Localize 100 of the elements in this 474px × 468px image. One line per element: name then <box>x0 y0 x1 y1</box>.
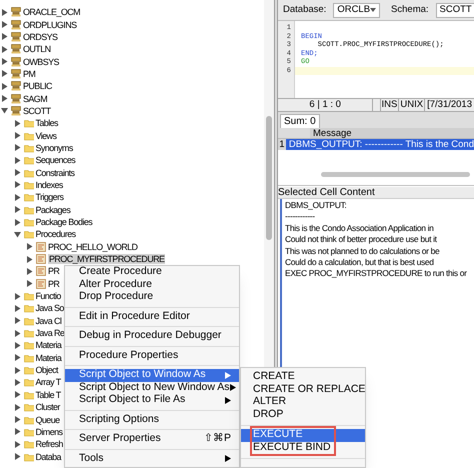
tree-item[interactable]: PUBLIC <box>23 81 53 92</box>
expand-arrow-icon[interactable] <box>14 440 20 448</box>
menu-item[interactable]: Server Properties ⇧⌘P <box>65 433 239 446</box>
expand-arrow-icon[interactable] <box>1 95 8 102</box>
expand-arrow-icon[interactable] <box>14 317 20 324</box>
menu-item[interactable]: Create Procedure <box>65 266 239 278</box>
menu-item[interactable]: EXECUTE BIND <box>241 442 365 454</box>
menu-item[interactable]: Edit in Procedure Editor <box>65 310 239 323</box>
expand-arrow-icon[interactable] <box>14 391 20 398</box>
expand-arrow-icon[interactable] <box>14 156 20 164</box>
tree-item[interactable]: ORDPLUGINS <box>23 20 78 30</box>
expand-arrow-icon[interactable] <box>14 304 20 312</box>
tree-item[interactable]: PROC_MYFIRSTPROCEDURE <box>48 254 166 264</box>
tree-item[interactable]: Indexes <box>36 180 64 190</box>
menu-item[interactable]: Script Object to File As <box>65 394 239 406</box>
tree-item[interactable]: PROC_HELLO_WORLD <box>48 242 138 252</box>
expand-arrow-icon[interactable] <box>26 268 33 275</box>
tree-item[interactable]: Queue <box>36 414 61 425</box>
menu-item[interactable]: EXECUTE <box>241 429 365 442</box>
expand-arrow-icon[interactable] <box>14 169 20 176</box>
expand-arrow-icon[interactable] <box>14 330 20 337</box>
tree-item[interactable]: Materia <box>36 352 62 363</box>
tree-item[interactable]: Functio <box>36 291 62 302</box>
expand-arrow-icon[interactable] <box>14 428 20 436</box>
tree-item[interactable]: Object <box>36 365 59 376</box>
expand-arrow-icon[interactable] <box>14 453 20 460</box>
expand-arrow-icon[interactable] <box>1 70 8 78</box>
expand-arrow-icon[interactable] <box>1 46 8 53</box>
expand-arrow-icon[interactable] <box>1 82 8 90</box>
scrollbar-thumb[interactable] <box>266 116 272 240</box>
text-line: This was not planned to do calculations or be <box>285 246 440 258</box>
menu-item[interactable]: DROP <box>241 408 365 421</box>
expand-arrow-icon[interactable] <box>1 58 8 66</box>
tree-item[interactable]: Tables <box>36 118 59 128</box>
expand-arrow-icon[interactable] <box>14 378 20 386</box>
tree-item[interactable]: Packages <box>36 204 72 215</box>
tree-item[interactable]: Table T <box>36 390 62 400</box>
menu-item[interactable]: Tools <box>65 452 239 465</box>
menu-item[interactable]: CREATE <box>241 371 365 384</box>
expand-arrow-icon[interactable] <box>14 194 20 201</box>
tree-item[interactable]: Dimens <box>36 426 64 437</box>
expand-arrow-icon[interactable] <box>14 120 20 127</box>
expand-arrow-icon[interactable] <box>26 256 33 263</box>
tree-item[interactable]: OUTLN <box>23 44 52 54</box>
tree-item[interactable]: Java Re <box>36 328 66 338</box>
database-dropdown[interactable]: ORCLB <box>333 2 380 18</box>
results-tab[interactable]: Sum: 0 <box>280 114 320 128</box>
expand-arrow-icon[interactable] <box>26 280 33 288</box>
expand-arrow-icon[interactable] <box>26 243 33 250</box>
tree-item[interactable]: Views <box>36 130 58 141</box>
tree-item[interactable]: Sequences <box>36 155 76 166</box>
tree-item[interactable]: Java So <box>36 303 65 314</box>
expand-arrow-icon[interactable] <box>14 404 20 411</box>
tree-item[interactable]: Package Bodies <box>36 217 94 228</box>
menu-item[interactable]: Scripting Options <box>65 414 239 426</box>
collapse-arrow-icon[interactable] <box>14 230 20 238</box>
tree-item[interactable]: Synonyms <box>36 142 74 153</box>
expand-arrow-icon[interactable] <box>14 144 20 152</box>
expand-arrow-icon[interactable] <box>1 33 8 40</box>
tree-item[interactable]: SAGM <box>23 94 48 104</box>
tree-item[interactable]: Constraints <box>36 168 76 178</box>
expand-arrow-icon[interactable] <box>1 21 8 28</box>
expand-arrow-icon[interactable] <box>14 181 20 188</box>
line-ending-mode: UNIX <box>399 99 426 111</box>
menu-item[interactable]: ALTER <box>241 396 365 408</box>
expand-arrow-icon[interactable] <box>14 354 20 362</box>
tree-item[interactable]: ORACLE_OCM <box>23 7 82 18</box>
tree-item[interactable]: SCOTT <box>23 106 52 116</box>
tree-item[interactable]: PM <box>23 68 36 79</box>
tree-item[interactable]: Cluster <box>36 402 61 412</box>
menu-item[interactable]: Procedure Properties <box>65 350 239 362</box>
tree-item[interactable]: Databa <box>36 452 62 462</box>
tree-item[interactable]: Refresh <box>36 439 64 450</box>
menu-item[interactable]: Debug in Procedure Debugger <box>65 330 239 342</box>
tree-item[interactable]: ORDSYS <box>23 32 58 42</box>
tree-item[interactable]: Materia <box>36 340 62 350</box>
expand-arrow-icon[interactable] <box>14 206 20 214</box>
table-cell[interactable]: DBMS_OUTPUT: ------------ This is the Cond <box>286 139 474 150</box>
menu-item[interactable]: Alter Procedure <box>65 278 239 291</box>
horizontal-scrollbar[interactable] <box>321 172 470 177</box>
tree-item[interactable]: Triggers <box>36 192 64 202</box>
tree-item[interactable]: Procedures <box>36 229 77 240</box>
tree-item[interactable]: PR <box>48 266 60 276</box>
expand-arrow-icon[interactable] <box>14 292 20 300</box>
menu-item[interactable]: Drop Procedure <box>65 291 239 304</box>
expand-arrow-icon[interactable] <box>14 416 20 424</box>
tree-item[interactable]: Array T <box>36 377 62 388</box>
expand-arrow-icon[interactable] <box>14 218 20 226</box>
expand-arrow-icon[interactable] <box>14 132 20 140</box>
expand-arrow-icon[interactable] <box>14 366 20 374</box>
tree-item[interactable]: PR <box>48 278 60 289</box>
expand-arrow-icon[interactable] <box>14 342 20 349</box>
expand-arrow-icon[interactable] <box>1 8 8 16</box>
schema-field[interactable]: SCOTT <box>436 2 474 18</box>
menu-item[interactable]: Script Object to New Window As <box>65 382 239 394</box>
tree-item[interactable]: Java Cl <box>36 316 62 326</box>
menu-item[interactable]: Script Object to Window As <box>65 369 239 382</box>
collapse-arrow-icon[interactable] <box>1 107 8 114</box>
menu-item[interactable]: CREATE OR REPLACE <box>241 384 365 396</box>
tree-item[interactable]: OWBSYS <box>23 56 60 67</box>
